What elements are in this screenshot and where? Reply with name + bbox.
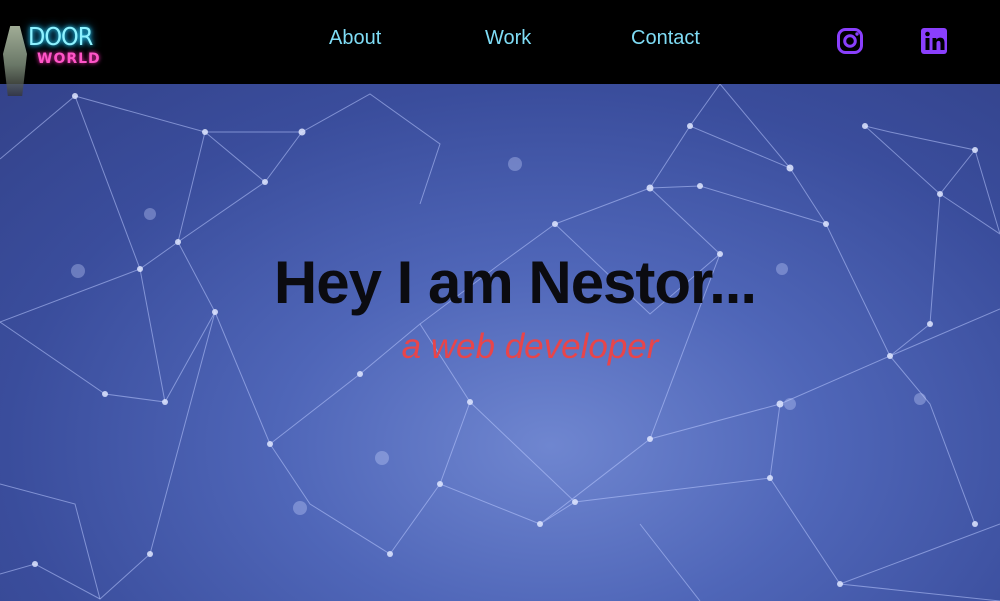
hero-section: Hey I am Nestor... a web developer: [0, 84, 1000, 601]
instagram-link[interactable]: [836, 27, 864, 55]
instagram-icon: [837, 28, 863, 54]
logo-text-door: DOOR: [28, 22, 93, 51]
logo-text-world: WORLD: [37, 51, 101, 67]
top-navigation-bar: DOOR WORLD About Work Contact: [0, 0, 1000, 96]
nav-link-contact[interactable]: Contact: [631, 27, 700, 50]
nav-link-work[interactable]: Work: [485, 27, 531, 50]
linkedin-link[interactable]: [920, 27, 948, 55]
linkedin-icon: [921, 28, 947, 54]
hero-title: Hey I am Nestor...: [273, 249, 757, 316]
nav-link-about[interactable]: About: [329, 27, 381, 50]
hero-subtitle: a web developer: [401, 327, 659, 366]
site-logo[interactable]: DOOR WORLD: [0, 14, 112, 96]
